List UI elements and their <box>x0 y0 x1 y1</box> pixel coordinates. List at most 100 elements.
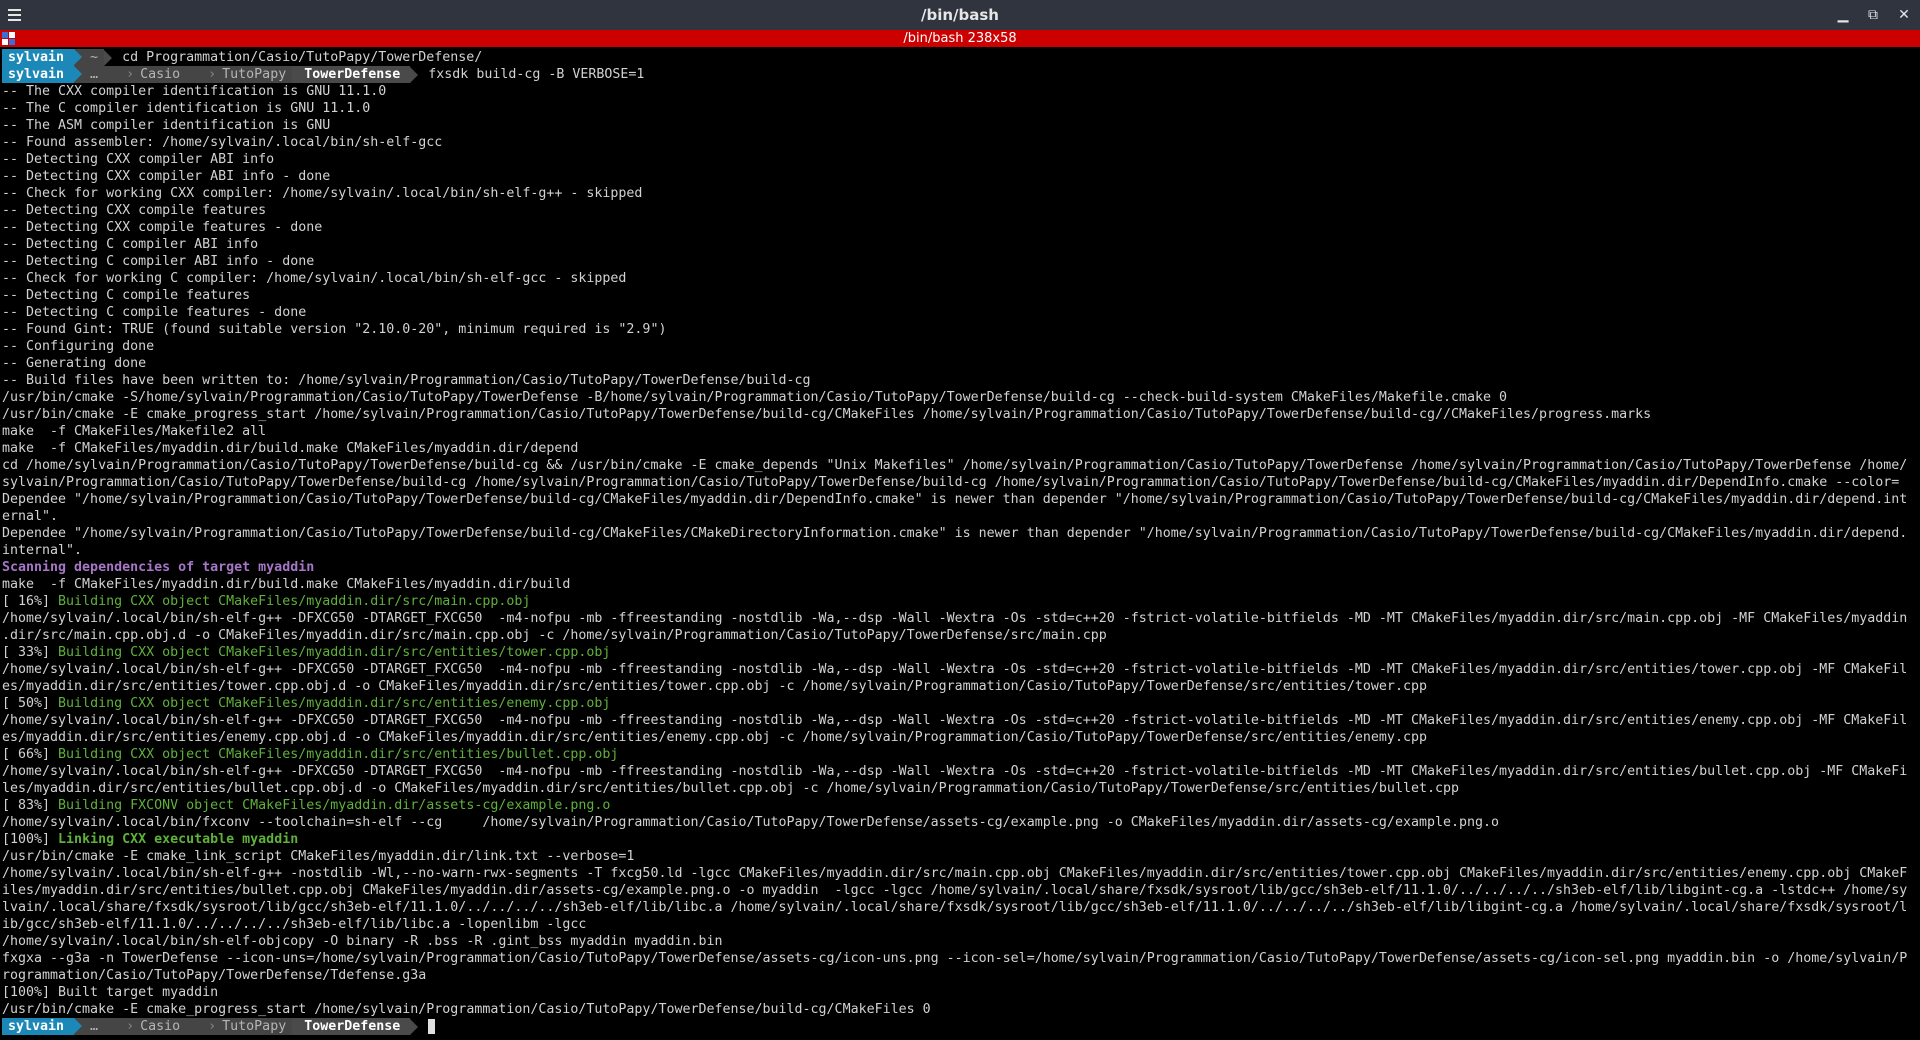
output-text: .dir/src/main.cpp.obj.d -o CMakeFiles/my… <box>2 628 1107 643</box>
output-line: -- Configuring done <box>0 338 1920 355</box>
progress-percent: [ 83%] <box>2 798 59 813</box>
minimize-button[interactable]: ▁ <box>1832 4 1854 26</box>
output-text: make -f CMakeFiles/myaddin.dir/build.mak… <box>2 577 571 592</box>
path-separator-icon: › <box>208 1019 217 1034</box>
prompt-path-text: ~ <box>90 50 99 65</box>
output-text: /usr/bin/cmake -E cmake_link_script CMak… <box>2 849 635 864</box>
output-text: -- Detecting CXX compiler ABI info <box>2 152 275 167</box>
output-text: -- The ASM compiler identification is GN… <box>2 118 331 133</box>
output-line: [ 33%] Building CXX object CMakeFiles/my… <box>0 644 1920 661</box>
output-text: cd /home/sylvain/Programmation/Casio/Tut… <box>2 458 1908 473</box>
output-text: -- Check for working C compiler: /home/s… <box>2 271 627 286</box>
output-line: /home/sylvain/.local/bin/sh-elf-g++ -DFX… <box>0 610 1920 627</box>
output-text: -- The C compiler identification is GNU … <box>2 101 371 116</box>
output-line: rogrammation/Casio/TutoPapy/TowerDefense… <box>0 967 1920 984</box>
output-text: Building CXX object CMakeFiles/myaddin.d… <box>58 594 531 609</box>
prompt-command: fxsdk build-cg -B VERBOSE=1 <box>428 67 645 82</box>
prompt-user: sylvain <box>2 1018 83 1035</box>
shell-prompt: sylvain… › Casio › TutoPapy TowerDefense <box>0 1018 1920 1035</box>
close-button[interactable]: ✕ <box>1893 4 1915 26</box>
output-line: -- Detecting C compile features <box>0 287 1920 304</box>
output-text: /home/sylvain/.local/bin/sh-elf-g++ -nos… <box>2 866 1908 881</box>
output-text: -- Generating done <box>2 356 147 371</box>
prompt-end-arrow-icon <box>104 49 113 66</box>
output-line: /home/sylvain/.local/bin/fxconv --toolch… <box>0 814 1920 831</box>
output-text: es/myaddin.dir/src/entities/tower.cpp.ob… <box>2 679 1427 694</box>
progress-percent: [100%] <box>2 832 59 847</box>
prompt-path-text: … <box>90 1019 99 1034</box>
output-line: -- The ASM compiler identification is GN… <box>0 117 1920 134</box>
output-line: fxgxa --g3a -n TowerDefense --icon-uns=/… <box>0 950 1920 967</box>
output-line: .dir/src/main.cpp.obj.d -o CMakeFiles/my… <box>0 627 1920 644</box>
output-text: fxgxa --g3a -n TowerDefense --icon-uns=/… <box>2 951 1908 966</box>
output-line: make -f CMakeFiles/Makefile2 all <box>0 423 1920 440</box>
output-text: ib/gcc/sh3eb-elf/11.1.0/../../../../sh3e… <box>2 917 587 932</box>
path-separator-icon: › <box>126 1019 135 1034</box>
output-text: -- Detecting CXX compiler ABI info - don… <box>2 169 331 184</box>
output-text: /home/sylvain/.local/bin/sh-elf-g++ -DFX… <box>2 713 1908 728</box>
output-text: -- Detecting C compiler ABI info - done <box>2 254 315 269</box>
tab-title[interactable]: /bin/bash 238x58 <box>0 30 1920 47</box>
path-separator-icon: › <box>126 67 135 82</box>
output-line: make -f CMakeFiles/myaddin.dir/build.mak… <box>0 576 1920 593</box>
output-line: /home/sylvain/.local/bin/sh-elf-g++ -DFX… <box>0 661 1920 678</box>
progress-percent: [ 50%] <box>2 696 59 711</box>
output-text: -- Detecting CXX compile features <box>2 203 267 218</box>
output-text: -- Detecting C compile features - done <box>2 305 307 320</box>
output-text: /home/sylvain/.local/bin/fxconv --toolch… <box>2 815 1500 830</box>
output-line: les/myaddin.dir/src/entities/bullet.cpp.… <box>0 780 1920 797</box>
prompt-path-segment: › TutoPapy <box>186 1018 293 1035</box>
output-text: /home/sylvain/.local/bin/sh-elf-objcopy … <box>2 934 723 949</box>
output-text: Building CXX object CMakeFiles/myaddin.d… <box>58 645 611 660</box>
prompt-user: sylvain <box>2 66 83 83</box>
output-text: Building FXCONV object CMakeFiles/myaddi… <box>58 798 611 813</box>
output-line: Scanning dependencies of target myaddin <box>0 559 1920 576</box>
output-line: [100%] Built target myaddin <box>0 984 1920 1001</box>
output-text: es/myaddin.dir/src/entities/enemy.cpp.ob… <box>2 730 1427 745</box>
output-text: -- Check for working CXX compiler: /home… <box>2 186 643 201</box>
output-line: lvain/.local/share/fxsdk/sysroot/lib/gcc… <box>0 899 1920 916</box>
prompt-path-text: … <box>90 67 99 82</box>
output-line: [ 16%] Building CXX object CMakeFiles/my… <box>0 593 1920 610</box>
window-title: /bin/bash <box>921 6 999 24</box>
output-text: -- Found assembler: /home/sylvain/.local… <box>2 135 443 150</box>
output-text: Dependee "/home/sylvain/Programmation/Ca… <box>2 526 1908 541</box>
output-text: -- Detecting C compiler ABI info <box>2 237 259 252</box>
progress-percent: [ 16%] <box>2 594 59 609</box>
terminal-cursor[interactable] <box>428 1019 436 1034</box>
output-line: -- Detecting C compiler ABI info <box>0 236 1920 253</box>
output-text: Scanning dependencies of target myaddin <box>2 560 315 575</box>
output-text: -- Found Gint: TRUE (found suitable vers… <box>2 322 667 337</box>
path-separator-icon: › <box>208 67 217 82</box>
output-text: /usr/bin/cmake -E cmake_progress_start /… <box>2 1002 931 1017</box>
output-line: -- The CXX compiler identification is GN… <box>0 83 1920 100</box>
output-line: -- Detecting CXX compile features - done <box>0 219 1920 236</box>
restore-button[interactable]: ⧉ <box>1862 4 1884 26</box>
output-text: lvain/.local/share/fxsdk/sysroot/lib/gcc… <box>2 900 1908 915</box>
window-titlebar[interactable]: /bin/bash ▁ ⧉ ✕ <box>0 0 1920 30</box>
terminal-output[interactable]: sylvain ~ cd Programmation/Casio/TutoPapy/… <box>0 49 1920 1039</box>
output-line: iles/myaddin.dir/src/entities/bullet.cpp… <box>0 882 1920 899</box>
output-text: sylvain/Programmation/Casio/TutoPapy/Tow… <box>2 475 1900 490</box>
output-line: /home/sylvain/.local/bin/sh-elf-g++ -DFX… <box>0 763 1920 780</box>
progress-percent: [ 66%] <box>2 747 59 762</box>
prompt-path-segment: › Casio <box>104 66 187 83</box>
output-line: [ 66%] Building CXX object CMakeFiles/my… <box>0 746 1920 763</box>
output-text: make -f CMakeFiles/Makefile2 all <box>2 424 267 439</box>
prompt-path-text: TutoPapy <box>222 1019 287 1034</box>
output-line: -- Found assembler: /home/sylvain/.local… <box>0 134 1920 151</box>
output-line: ernal". <box>0 508 1920 525</box>
output-line: -- Found Gint: TRUE (found suitable vers… <box>0 321 1920 338</box>
prompt-path-segment: › Casio <box>104 1018 187 1035</box>
output-line: -- The C compiler identification is GNU … <box>0 100 1920 117</box>
output-line: /home/sylvain/.local/bin/sh-elf-g++ -DFX… <box>0 712 1920 729</box>
output-text: ernal". <box>2 509 59 524</box>
output-text: /usr/bin/cmake -S/home/sylvain/Programma… <box>2 390 1508 405</box>
output-line: Dependee "/home/sylvain/Programmation/Ca… <box>0 491 1920 508</box>
output-line: Dependee "/home/sylvain/Programmation/Ca… <box>0 525 1920 542</box>
output-text: Dependee "/home/sylvain/Programmation/Ca… <box>2 492 1908 507</box>
terminal-tab-bar[interactable]: /bin/bash 238x58 <box>0 30 1920 47</box>
output-line: /usr/bin/cmake -E cmake_progress_start /… <box>0 406 1920 423</box>
output-line: /usr/bin/cmake -E cmake_progress_start /… <box>0 1001 1920 1018</box>
shell-prompt: sylvain… › Casio › TutoPapy TowerDefense fxs… <box>0 66 1920 83</box>
